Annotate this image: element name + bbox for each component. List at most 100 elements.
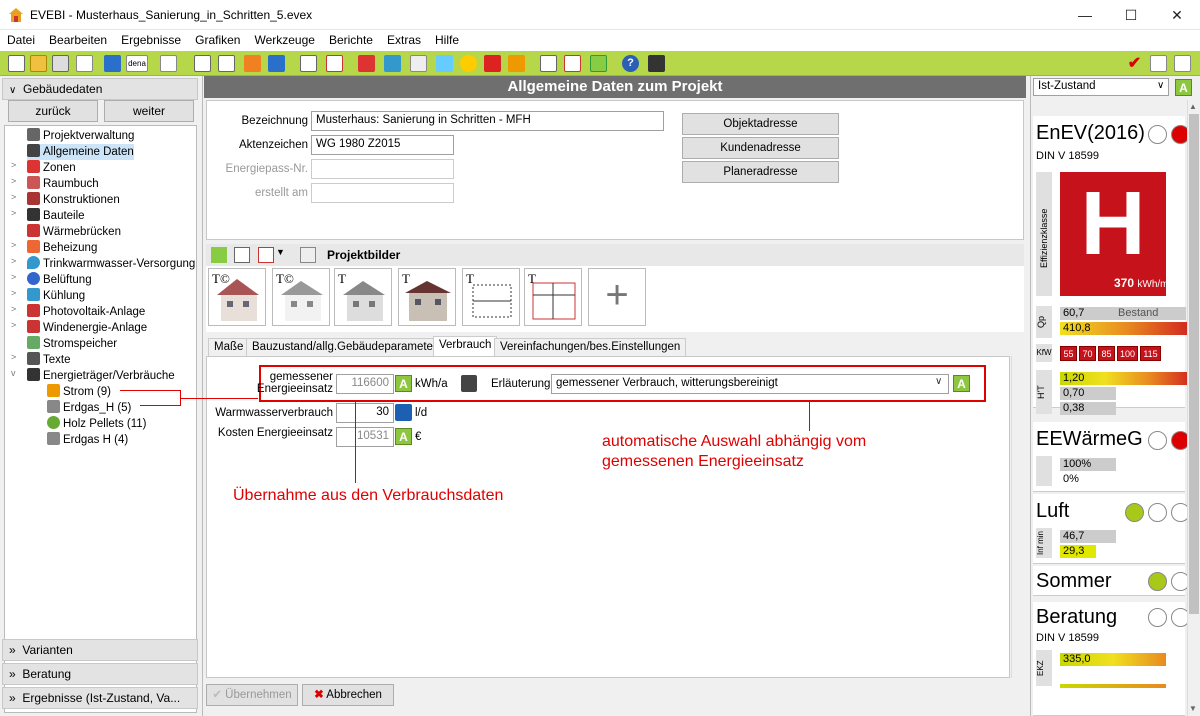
help-icon[interactable]: ? xyxy=(622,55,639,72)
check-icon[interactable]: ✔ xyxy=(1126,55,1143,72)
planeradresse-button[interactable]: Planeradresse xyxy=(682,161,839,183)
calculator-icon[interactable] xyxy=(461,375,477,392)
tree-item-waermebruecken[interactable]: Wärmebrücken xyxy=(27,224,121,240)
menu-datei[interactable]: Datei xyxy=(0,30,42,47)
graph-icon[interactable] xyxy=(1174,55,1191,72)
erstellt-input[interactable] xyxy=(311,183,454,203)
variants-icon[interactable] xyxy=(326,55,343,72)
back-button[interactable]: zurück xyxy=(8,100,98,122)
menu-ergebnisse[interactable]: Ergebnisse xyxy=(114,30,188,47)
section-beratung[interactable]: » Beratung xyxy=(2,663,198,685)
tab-verbrauch[interactable]: Verbrauch xyxy=(433,336,498,357)
auto-value-button[interactable]: A xyxy=(395,375,412,392)
apply-button[interactable]: ✔ Übernehmen xyxy=(206,684,298,706)
kundenadresse-button[interactable]: Kundenadresse xyxy=(682,137,839,159)
expand-icon[interactable]: > xyxy=(11,256,16,266)
tree-item-erdgas-h-4[interactable]: Erdgas H (4) xyxy=(47,432,128,448)
tab-bauzustand[interactable]: Bauzustand/allg.Gebäudeparameter xyxy=(246,338,443,357)
tree-item-bauteile[interactable]: > Bauteile xyxy=(11,208,85,224)
dropdown-arrow-icon[interactable]: ▼ xyxy=(276,247,285,257)
picture-thumbnail-6[interactable]: T xyxy=(524,268,582,326)
close-button[interactable]: ✕ xyxy=(1154,0,1200,30)
menu-hilfe[interactable]: Hilfe xyxy=(428,30,466,47)
erlaeuterung-select[interactable]: gemessener Verbrauch, witterungsbereinig… xyxy=(551,374,949,394)
add-picture-button[interactable]: + xyxy=(588,268,646,326)
chevron-down-icon[interactable]: ∨ xyxy=(1157,80,1164,91)
tree-item-projektverwaltung[interactable]: Projektverwaltung xyxy=(27,128,134,144)
tab-vereinfachungen[interactable]: Vereinfachungen/bes.Einstellungen xyxy=(494,338,687,357)
menu-werkzeuge[interactable]: Werkzeuge xyxy=(247,30,321,47)
cycle-icon[interactable] xyxy=(590,55,607,72)
calc-arrow-icon[interactable] xyxy=(1150,55,1167,72)
ventilation-icon[interactable] xyxy=(384,55,401,72)
tree-item-texte[interactable]: > Texte xyxy=(11,352,71,368)
right-scrollbar[interactable]: ▲ ▼ xyxy=(1187,100,1200,716)
import-icon[interactable] xyxy=(76,55,93,72)
scrollbar-thumb[interactable] xyxy=(1189,114,1199,614)
chart-report-icon[interactable] xyxy=(564,55,581,72)
vertical-scrollbar[interactable] xyxy=(1011,356,1024,678)
tree-item-trinkwarmwasser[interactable]: > Trinkwarmwasser-Versorgung xyxy=(11,256,195,272)
open-folder-icon[interactable] xyxy=(30,55,47,72)
redo-icon[interactable] xyxy=(104,55,121,72)
gemessener-energieeinsatz-input[interactable]: 116600 xyxy=(336,374,394,394)
energiepass-input[interactable] xyxy=(311,159,454,179)
picture-thumbnail-5[interactable]: T xyxy=(462,268,520,326)
tree-item-konstruktionen[interactable]: > Konstruktionen xyxy=(11,192,120,208)
calculator-icon[interactable] xyxy=(648,55,665,72)
copy-icon[interactable] xyxy=(52,55,69,72)
expand-icon[interactable]: > xyxy=(11,160,16,170)
tree-item-beheizung[interactable]: > Beheizung xyxy=(11,240,97,256)
tree-item-holz-pellets[interactable]: Holz Pellets (11) xyxy=(47,416,147,432)
state-badge[interactable]: A xyxy=(1175,79,1192,96)
expand-icon[interactable]: > xyxy=(11,320,16,330)
scroll-down-icon[interactable]: ▼ xyxy=(1189,704,1197,713)
auto-kosten-button[interactable]: A xyxy=(395,428,412,445)
tree-item-stromspeicher[interactable]: Stromspeicher xyxy=(27,336,117,352)
expand-icon[interactable]: > xyxy=(11,176,16,186)
document-icon[interactable] xyxy=(194,55,211,72)
expand-icon[interactable]: > xyxy=(11,352,16,362)
tree-item-belueftung[interactable]: > Belüftung xyxy=(11,272,92,288)
picture-thumbnail-3[interactable]: T xyxy=(334,268,392,326)
sort-picture-icon[interactable] xyxy=(258,247,274,263)
dena-icon[interactable]: dena xyxy=(126,55,148,72)
cancel-button[interactable]: ✖ Abbrechen xyxy=(302,684,394,706)
tree-item-allgemeine-daten[interactable]: Allgemeine Daten xyxy=(27,144,134,160)
expand-icon[interactable]: > xyxy=(11,288,16,298)
menu-extras[interactable]: Extras xyxy=(380,30,428,47)
expand-icon[interactable]: > xyxy=(11,272,16,282)
scroll-up-icon[interactable]: ▲ xyxy=(1189,102,1197,111)
section-ergebnisse[interactable]: » Ergebnisse (Ist-Zustand, Va... xyxy=(2,687,198,709)
menu-berichte[interactable]: Berichte xyxy=(322,30,380,47)
tree-item-erdgas-h-5[interactable]: Erdgas_H (5) xyxy=(47,400,131,416)
list-icon[interactable] xyxy=(300,55,317,72)
chevron-down-icon[interactable]: ∨ xyxy=(935,376,942,387)
tree-item-photovoltaik[interactable]: > Photovoltaik-Anlage xyxy=(11,304,145,320)
warmwasser-input[interactable]: 30 xyxy=(336,403,394,423)
bezeichnung-input[interactable]: Musterhaus: Sanierung in Schritten - MFH xyxy=(311,111,664,131)
copy-picture-icon[interactable] xyxy=(300,247,316,263)
tree-item-zonen[interactable]: > Zonen xyxy=(11,160,76,176)
picture-thumbnail-4[interactable]: T xyxy=(398,268,456,326)
tree-item-windenergie[interactable]: > Windenergie-Anlage xyxy=(11,320,147,336)
kosten-input[interactable]: 10531 xyxy=(336,427,394,447)
minimize-button[interactable]: — xyxy=(1062,0,1108,30)
menu-grafiken[interactable]: Grafiken xyxy=(188,30,247,47)
tree-item-kuehlung[interactable]: > Kühlung xyxy=(11,288,85,304)
collapse-icon[interactable]: v xyxy=(11,368,16,378)
state-select[interactable]: Ist-Zustand xyxy=(1033,78,1169,96)
house-red-icon[interactable] xyxy=(358,55,375,72)
objektadresse-button[interactable]: Objektadresse xyxy=(682,113,839,135)
export-blue-icon[interactable] xyxy=(268,55,285,72)
expand-icon[interactable]: > xyxy=(11,304,16,314)
tab-masse[interactable]: Maße xyxy=(208,338,250,357)
snow-icon[interactable] xyxy=(436,55,453,72)
tree-item-raumbuch[interactable]: > Raumbuch xyxy=(11,176,99,192)
tree-item-strom[interactable]: Strom (9) xyxy=(47,384,111,400)
tool-icon[interactable] xyxy=(410,55,427,72)
add-picture-icon[interactable] xyxy=(211,247,227,263)
picture-thumbnail-2[interactable]: T© xyxy=(272,268,330,326)
maximize-button[interactable]: ☐ xyxy=(1108,0,1154,30)
lightning-icon[interactable] xyxy=(484,55,501,72)
